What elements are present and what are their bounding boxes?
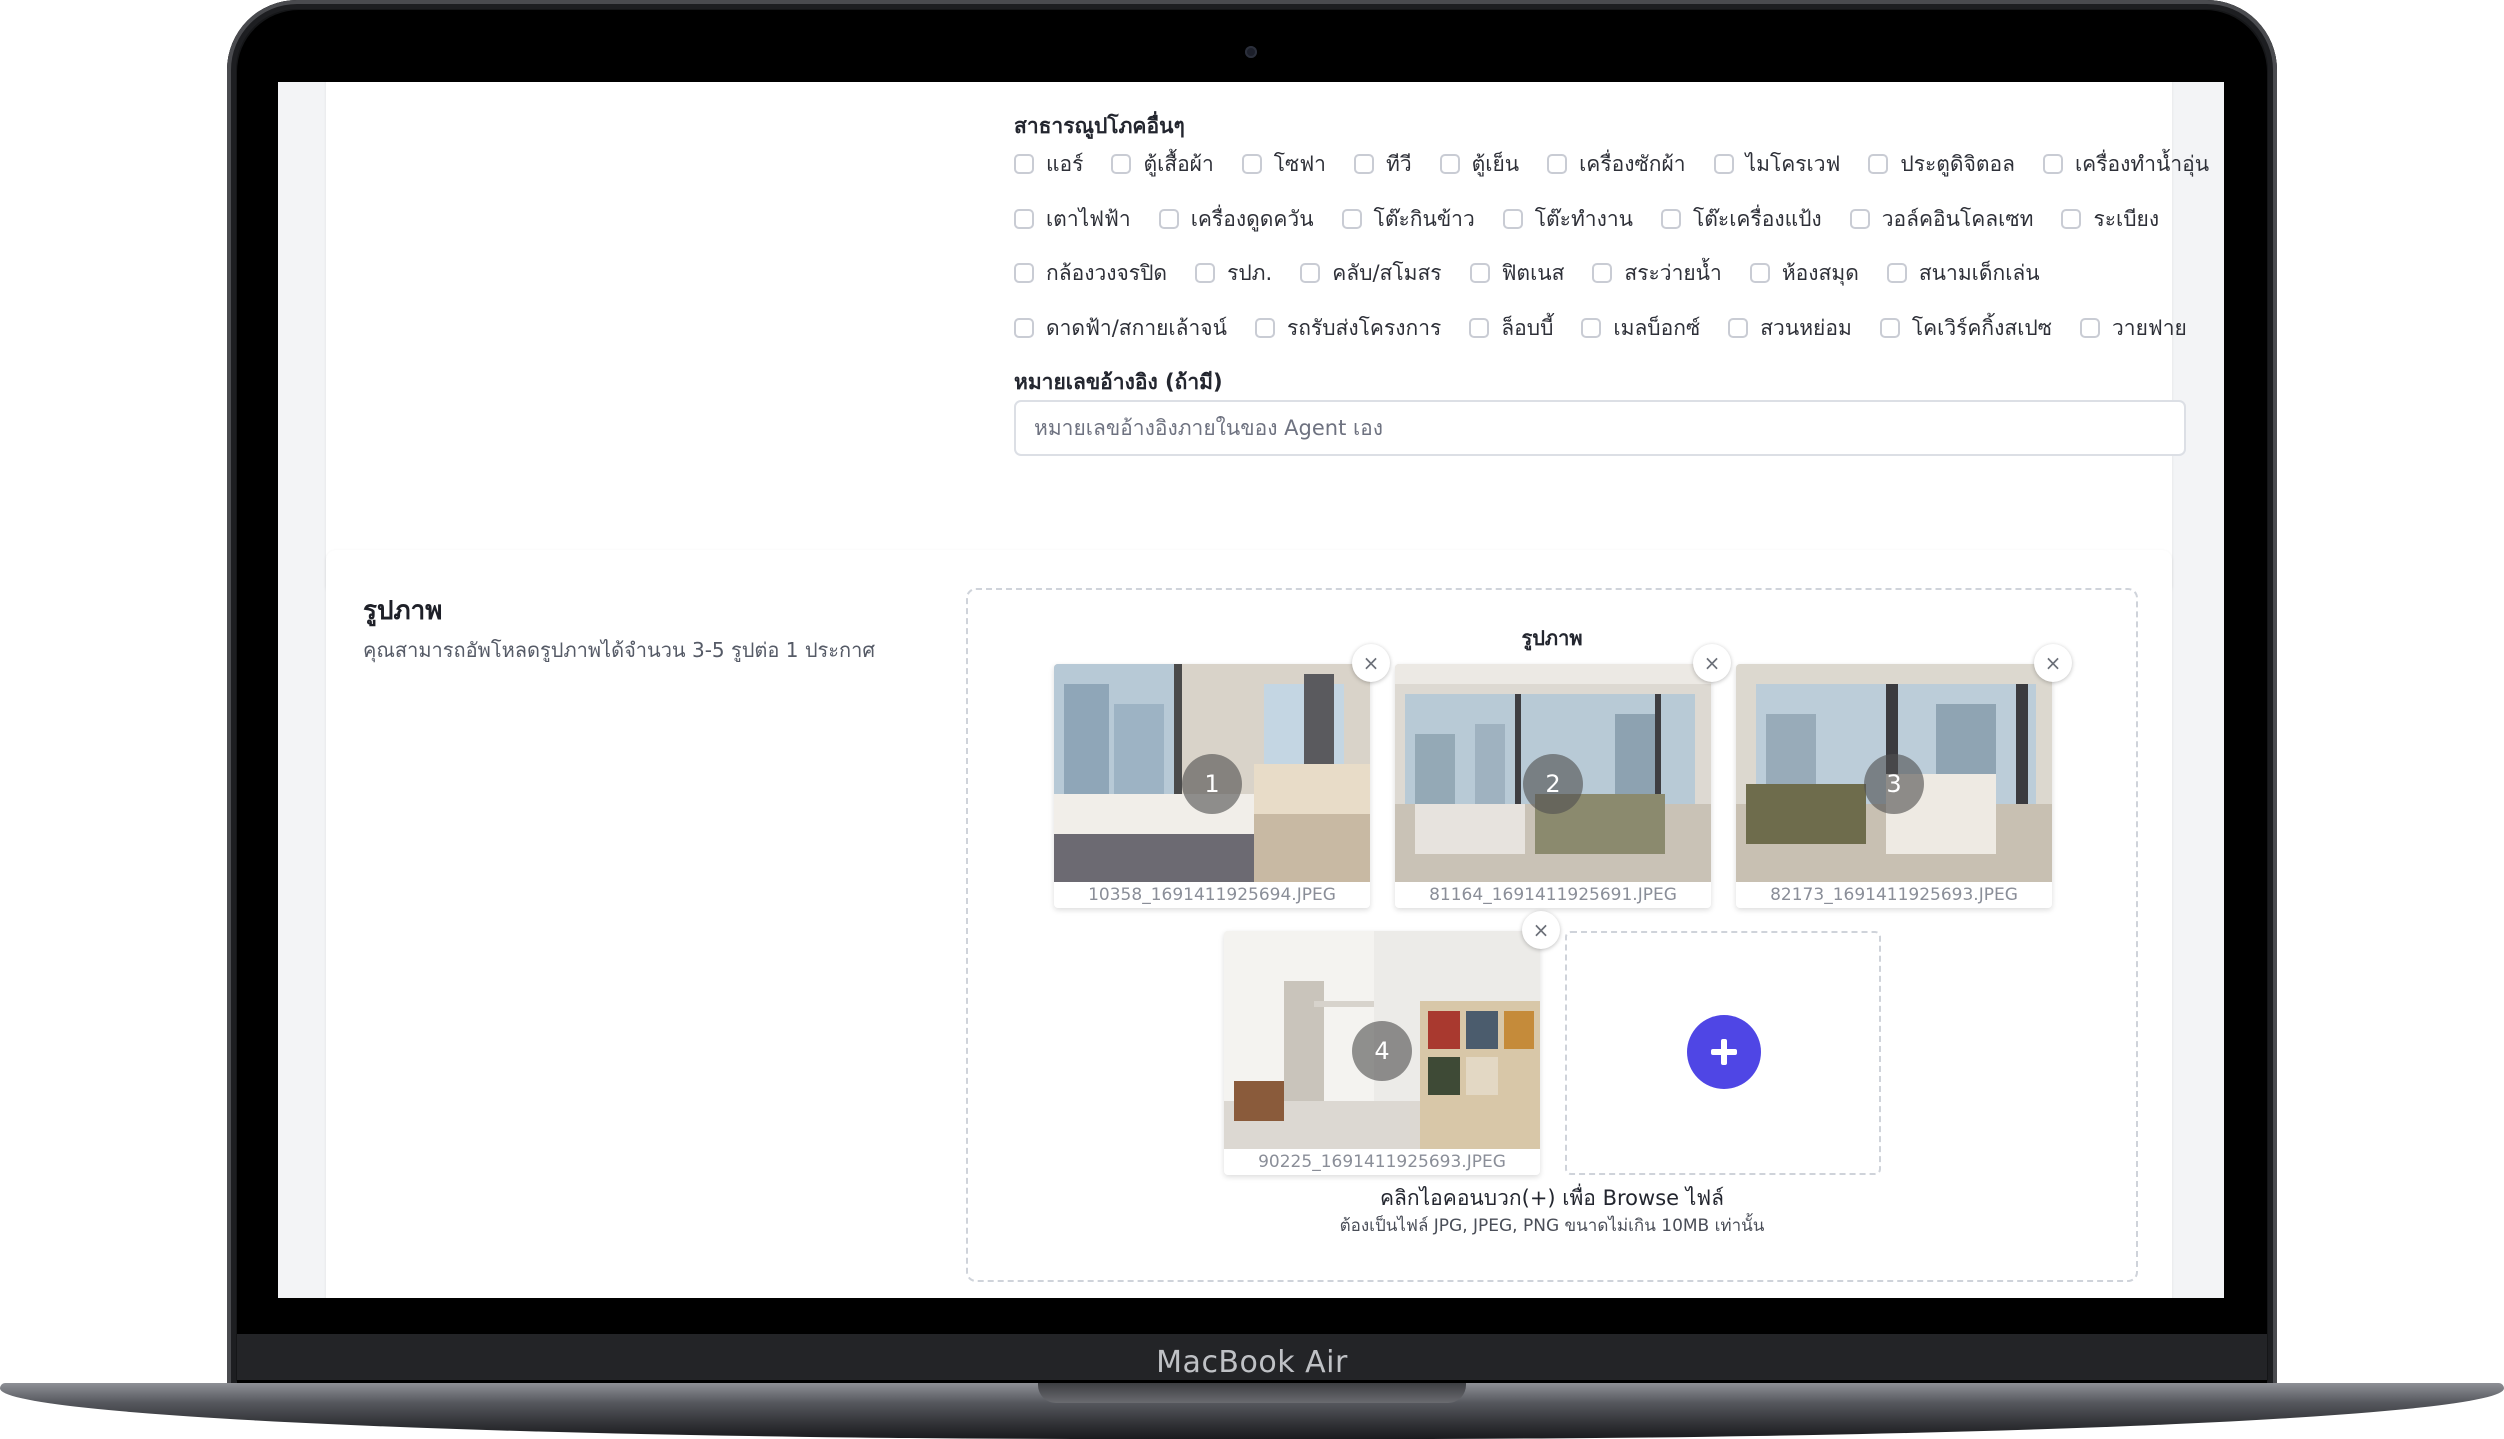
- amenity-checkbox[interactable]: โต๊ะกินข้าว: [1341, 203, 1475, 236]
- checkbox-box[interactable]: [1713, 154, 1734, 174]
- amenity-checkbox[interactable]: เตาไฟฟ้า: [1014, 203, 1131, 236]
- checkbox-box[interactable]: [1241, 154, 1262, 174]
- amenity-checkbox[interactable]: ประตูดิจิตอล: [1868, 148, 2015, 181]
- checkbox-box[interactable]: [1749, 263, 1770, 283]
- laptop-hinge-notch: [1038, 1383, 1466, 1403]
- checkbox-box[interactable]: [2043, 154, 2063, 174]
- checkbox-box[interactable]: [1439, 154, 1460, 174]
- checkbox-box[interactable]: [1300, 263, 1321, 283]
- add-photo-button[interactable]: [1687, 1015, 1761, 1089]
- amenity-checkbox[interactable]: กล้องวงจรปิด: [1014, 257, 1167, 290]
- amenities-row-1: แอร์ ตู้เสื้อผ้า โซฟา ทีวี ตู้เย็น เครื่…: [1014, 147, 2214, 181]
- amenity-checkbox[interactable]: ระเบียง: [2061, 203, 2159, 236]
- photo-dropzone[interactable]: รูปภาพ 1 10358_1691411925694.JPEG × 2 81…: [966, 588, 2138, 1282]
- amenity-checkbox[interactable]: เครื่องดูดควัน: [1158, 203, 1314, 236]
- amenities-row-2: เตาไฟฟ้า เครื่องดูดควัน โต๊ะกินข้าว โต๊ะ…: [1014, 202, 2214, 236]
- photo-filename: 10358_1691411925694.JPEG: [1088, 885, 1336, 905]
- amenity-checkbox[interactable]: รถรับส่งโครงการ: [1254, 312, 1441, 345]
- amenity-checkbox[interactable]: รปภ.: [1195, 257, 1272, 290]
- photo-thumbnail[interactable]: 3 82173_1691411925693.JPEG ×: [1736, 644, 2072, 908]
- add-photo-tile[interactable]: [1565, 931, 1881, 1175]
- amenities-card: สาธารณูปโภคอื่นๆ แอร์ ตู้เสื้อผ้า โซฟา ท…: [326, 82, 2209, 594]
- amenity-checkbox[interactable]: วายฟาย: [2079, 312, 2187, 345]
- amenity-checkbox[interactable]: ล็อบบี้: [1469, 312, 1553, 345]
- photo-order-badge: 2: [1523, 754, 1583, 814]
- dropzone-file-requirements: ต้องเป็นไฟล์ JPG, JPEG, PNG ขนาดไม่เกิน …: [1339, 1216, 1765, 1236]
- amenities-title: สาธารณูปโภคอื่นๆ: [1014, 114, 1185, 138]
- checkbox-box[interactable]: [2061, 209, 2082, 229]
- amenity-checkbox[interactable]: สระว่ายน้ำ: [1592, 257, 1722, 290]
- remove-photo-button[interactable]: ×: [1522, 911, 1560, 949]
- checkbox-box[interactable]: [2079, 318, 2100, 338]
- amenity-checkbox[interactable]: ตู้เย็น: [1439, 148, 1519, 181]
- checkbox-box[interactable]: [1341, 209, 1362, 229]
- screen: สาธารณูปโภคอื่นๆ แอร์ ตู้เสื้อผ้า โซฟา ท…: [278, 82, 2224, 1298]
- dropzone-hint: คลิกไอคอนบวก(+) เพื่อ Browse ไฟล์: [1379, 1186, 1725, 1210]
- amenity-checkbox[interactable]: ตู้เสื้อผ้า: [1111, 148, 1214, 181]
- checkbox-box[interactable]: [1502, 209, 1523, 229]
- amenities-row-4: ดาดฟ้า/สกายเล้าจน์ รถรับส่งโครงการ ล็อบบ…: [1014, 311, 2214, 345]
- amenity-checkbox[interactable]: โต๊ะทำงาน: [1502, 203, 1633, 236]
- checkbox-box[interactable]: [1592, 263, 1613, 283]
- remove-photo-button[interactable]: ×: [1693, 644, 1731, 682]
- amenity-checkbox[interactable]: โซฟา: [1241, 148, 1326, 181]
- amenity-checkbox[interactable]: โต๊ะเครื่องแป้ง: [1661, 203, 1822, 236]
- amenity-checkbox[interactable]: คลับ/สโมสร: [1300, 257, 1442, 290]
- photo-thumbnail[interactable]: 1 10358_1691411925694.JPEG ×: [1054, 644, 1390, 908]
- reference-label: หมายเลขอ้างอิง (ถ้ามี): [1014, 370, 1223, 394]
- photos-section-title: รูปภาพ: [363, 596, 443, 626]
- photo-order-badge: 1: [1182, 754, 1242, 814]
- checkbox-box[interactable]: [1014, 209, 1034, 229]
- device-brand-label: MacBook Air: [1156, 1344, 1348, 1380]
- photo-filename: 90225_1691411925693.JPEG: [1258, 1152, 1506, 1172]
- checkbox-box[interactable]: [1014, 154, 1034, 174]
- checkbox-box[interactable]: [1158, 209, 1179, 229]
- checkbox-box[interactable]: [1195, 263, 1216, 283]
- checkbox-box[interactable]: [1469, 263, 1490, 283]
- dropzone-title: รูปภาพ: [1521, 626, 1583, 650]
- amenity-checkbox[interactable]: ฟิตเนส: [1469, 257, 1564, 290]
- remove-photo-button[interactable]: ×: [1352, 644, 1390, 682]
- amenity-checkbox[interactable]: เครื่องทำน้ำอุ่น: [2043, 148, 2209, 181]
- amenity-checkbox[interactable]: เมลบ็อกซ์: [1581, 312, 1700, 345]
- checkbox-box[interactable]: [1581, 318, 1602, 338]
- checkbox-box[interactable]: [1728, 318, 1749, 338]
- checkbox-box[interactable]: [1469, 318, 1490, 338]
- amenity-checkbox[interactable]: สนามเด็กเล่น: [1886, 257, 2040, 290]
- amenity-checkbox[interactable]: เครื่องซักผ้า: [1547, 148, 1686, 181]
- checkbox-box[interactable]: [1111, 154, 1132, 174]
- remove-photo-button[interactable]: ×: [2034, 644, 2072, 682]
- photo-order-badge: 4: [1352, 1021, 1412, 1081]
- checkbox-box[interactable]: [1886, 263, 1907, 283]
- checkbox-box[interactable]: [1849, 209, 1870, 229]
- plus-icon: [1711, 1039, 1737, 1065]
- checkbox-box[interactable]: [1254, 318, 1275, 338]
- checkbox-box[interactable]: [1879, 318, 1900, 338]
- amenity-checkbox[interactable]: ไมโครเวฟ: [1713, 148, 1840, 181]
- checkbox-box[interactable]: [1661, 209, 1681, 229]
- amenity-checkbox[interactable]: ห้องสมุด: [1749, 257, 1859, 290]
- photo-filename: 82173_1691411925693.JPEG: [1770, 885, 2018, 905]
- checkbox-box[interactable]: [1547, 154, 1568, 174]
- checkbox-box[interactable]: [1353, 154, 1374, 174]
- photos-section-description: คุณสามารถอัพโหลดรูปภาพได้จำนวน 3-5 รูปต่…: [363, 638, 876, 662]
- photo-thumbnail[interactable]: 2 81164_1691411925691.JPEG ×: [1395, 644, 1731, 908]
- amenity-checkbox[interactable]: แอร์: [1014, 148, 1083, 181]
- reference-input[interactable]: [1014, 400, 2186, 456]
- checkbox-box[interactable]: [1014, 318, 1034, 338]
- photos-card: รูปภาพ คุณสามารถอัพโหลดรูปภาพได้จำนวน 3-…: [326, 550, 2172, 1298]
- checkbox-box[interactable]: [1014, 263, 1034, 283]
- photo-order-badge: 3: [1864, 754, 1924, 814]
- camera-icon: [1245, 46, 1257, 58]
- amenity-checkbox[interactable]: สวนหย่อม: [1728, 312, 1852, 345]
- amenity-checkbox[interactable]: ทีวี: [1353, 148, 1412, 181]
- checkbox-box[interactable]: [1868, 154, 1889, 174]
- amenities-row-3: กล้องวงจรปิด รปภ. คลับ/สโมสร ฟิตเนส สระว…: [1014, 256, 2214, 290]
- amenity-checkbox[interactable]: ดาดฟ้า/สกายเล้าจน์: [1014, 312, 1227, 345]
- photo-filename: 81164_1691411925691.JPEG: [1429, 885, 1677, 905]
- amenity-checkbox[interactable]: วอล์คอินโคลเซท: [1849, 203, 2033, 236]
- amenity-checkbox[interactable]: โคเวิร์คกิ้งสเปซ: [1879, 312, 2052, 345]
- photo-thumbnail[interactable]: 4 90225_1691411925693.JPEG ×: [1224, 911, 1560, 1175]
